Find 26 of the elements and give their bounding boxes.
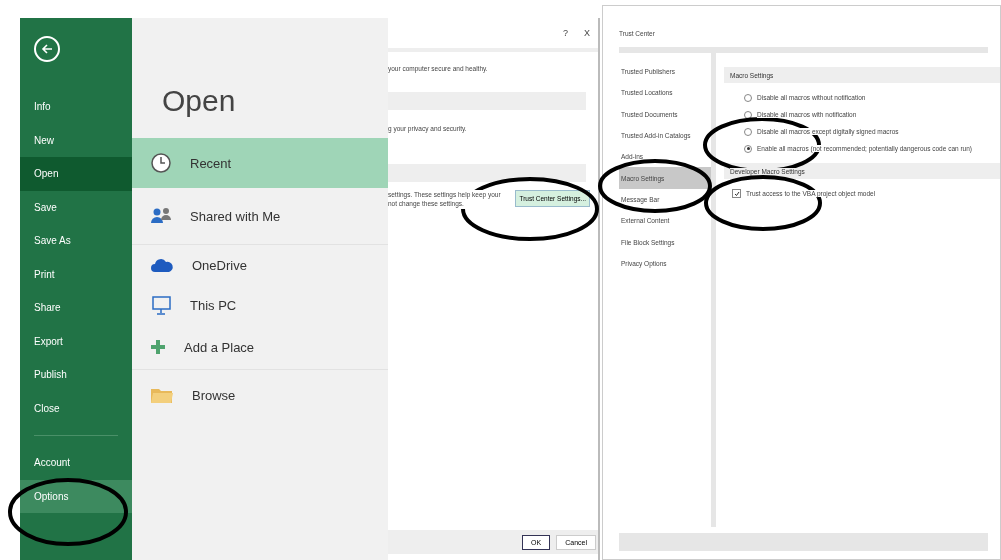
people-icon	[150, 206, 172, 226]
place-item[interactable]: OneDrive	[132, 245, 388, 285]
close-button[interactable]: X	[584, 28, 590, 38]
nav-item[interactable]: Share	[20, 291, 132, 325]
help-button[interactable]: ?	[562, 28, 568, 38]
nav-item[interactable]: Print	[20, 257, 132, 291]
nav-item[interactable]: New	[20, 123, 132, 157]
nav-item[interactable]: Publish	[20, 358, 132, 392]
nav-item[interactable]: Open	[20, 157, 132, 191]
folder-icon	[150, 386, 174, 404]
computer-icon	[150, 294, 172, 316]
nav-item[interactable]: Close	[20, 391, 132, 425]
place-item[interactable]: Recent	[132, 138, 388, 188]
nav-item[interactable]: Account	[20, 446, 132, 480]
checkbox[interactable]	[732, 189, 741, 198]
nav-item[interactable]: Save As	[20, 224, 132, 258]
nav-item[interactable]: Save	[20, 190, 132, 224]
nav-item[interactable]: Info	[20, 90, 132, 124]
back-icon[interactable]	[34, 36, 60, 62]
plus-icon	[150, 339, 166, 355]
nav-item[interactable]: Export	[20, 324, 132, 358]
place-item[interactable]: This PC	[132, 285, 388, 325]
place-item[interactable]: Browse	[132, 370, 388, 420]
page-title: Open	[162, 84, 237, 118]
clock-icon	[150, 152, 172, 174]
cloud-icon	[150, 257, 174, 273]
